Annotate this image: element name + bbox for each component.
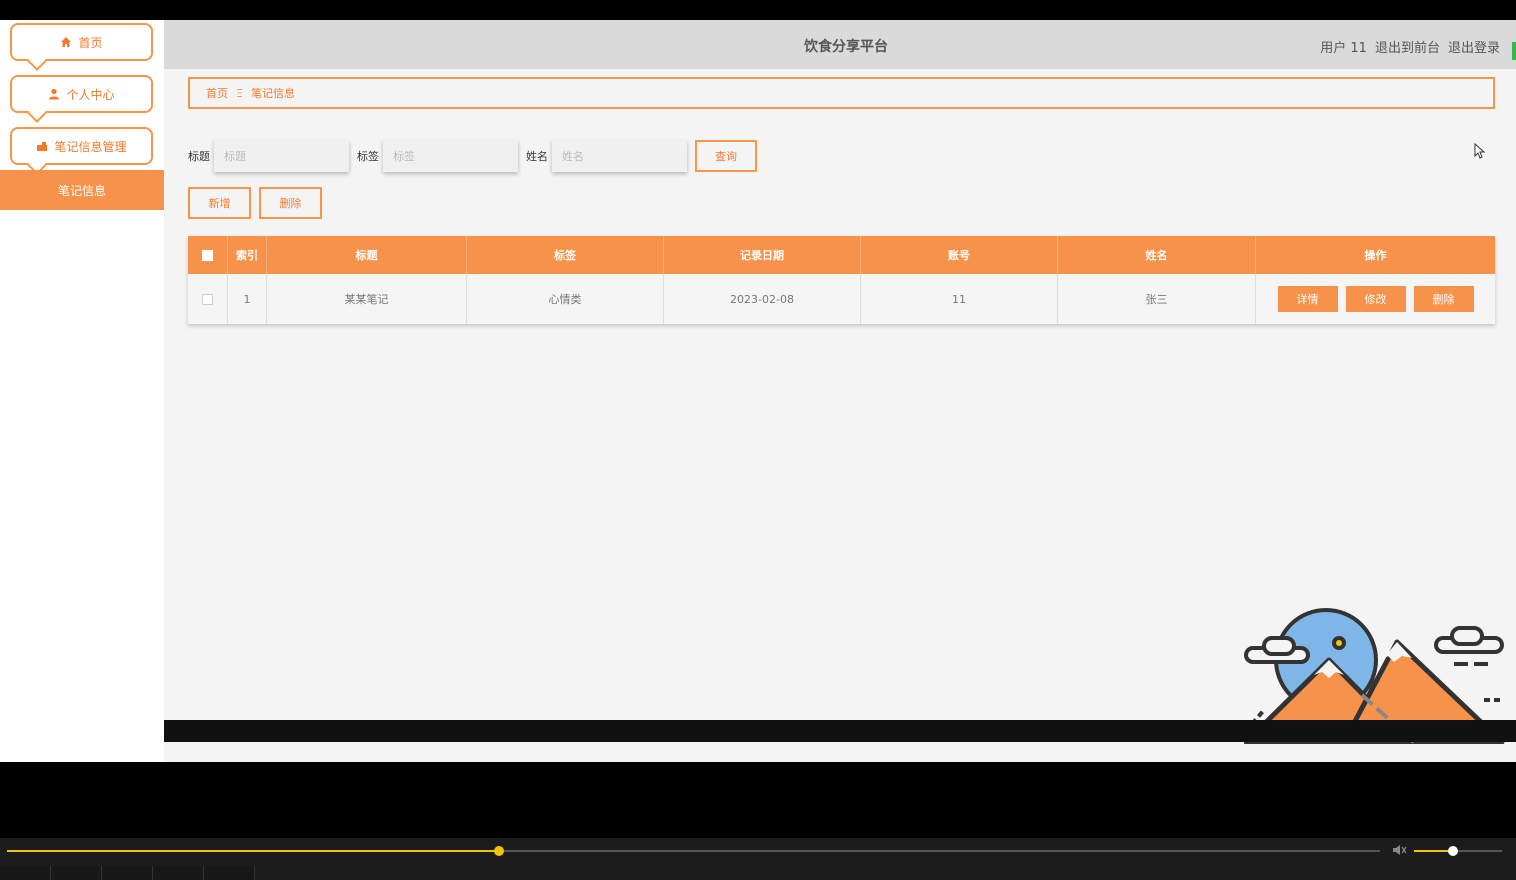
media-player-controls xyxy=(0,838,1516,880)
select-all-checkbox[interactable] xyxy=(202,249,213,261)
cell-tag: 心情类 xyxy=(467,274,664,324)
main-content: 饮食分享平台 用户 11 退出到前台 退出登录 首页 Ξ 笔记信息 标题 标签 … xyxy=(164,20,1516,762)
search-form: 标题 标签 姓名 查询 xyxy=(188,140,757,172)
sidebar: 首页 个人中心 笔记信息管理 笔记信息 xyxy=(0,20,164,762)
column-header-name: 姓名 xyxy=(1058,236,1256,274)
user-icon xyxy=(49,88,60,100)
breadcrumb-current: 笔记信息 xyxy=(250,87,295,100)
volume-fill xyxy=(1414,850,1453,852)
player-button[interactable] xyxy=(51,866,102,880)
volume-handle[interactable] xyxy=(1447,846,1458,856)
progress-fill xyxy=(7,850,499,852)
column-header-actions: 操作 xyxy=(1256,236,1495,274)
sidebar-item-personal-center[interactable]: 个人中心 xyxy=(10,75,153,113)
sidebar-item-home[interactable]: 首页 xyxy=(10,23,153,61)
add-button[interactable]: 新增 xyxy=(188,187,251,219)
player-button[interactable] xyxy=(102,866,153,880)
cell-account: 11 xyxy=(861,274,1058,324)
table-row: 1 某某笔记 心情类 2023-02-08 11 张三 详情 修改 删除 xyxy=(188,274,1495,324)
cell-date: 2023-02-08 xyxy=(664,274,861,324)
scroll-indicator xyxy=(1512,42,1516,60)
page-footer-bar xyxy=(164,720,1516,742)
select-all-cell xyxy=(188,236,228,274)
column-header-date: 记录日期 xyxy=(664,236,861,274)
home-icon xyxy=(61,37,72,47)
column-header-index: 索引 xyxy=(228,236,267,274)
sidebar-item-note-management[interactable]: 笔记信息管理 xyxy=(10,127,153,165)
batch-delete-button[interactable]: 删除 xyxy=(259,187,322,219)
sidebar-item-label: 首页 xyxy=(78,35,103,50)
volume-icon[interactable] xyxy=(1392,843,1408,857)
screen: 首页 个人中心 笔记信息管理 笔记信息 饮食分享平台 用户 11 退出到前台 退… xyxy=(0,0,1516,880)
cell-title: 某某笔记 xyxy=(267,274,467,324)
row-select-cell xyxy=(188,274,228,324)
volume-slider[interactable] xyxy=(1414,846,1502,856)
top-bar: 饮食分享平台 用户 11 退出到前台 退出登录 xyxy=(164,20,1516,69)
name-label: 姓名 xyxy=(526,150,548,163)
sidebar-item-label: 笔记信息管理 xyxy=(54,139,127,154)
user-menu: 用户 11 退出到前台 退出登录 xyxy=(1320,37,1500,56)
mouse-cursor-icon xyxy=(1474,143,1486,159)
table-header: 索引 标题 标签 记录日期 账号 姓名 操作 xyxy=(188,236,1495,274)
tag-search-input[interactable] xyxy=(383,140,518,172)
progress-handle[interactable] xyxy=(493,846,504,856)
title-label: 标题 xyxy=(188,150,210,163)
note-icon xyxy=(37,142,48,151)
action-bar: 新增 删除 xyxy=(188,187,322,219)
logout-link[interactable]: 退出登录 xyxy=(1448,37,1500,56)
sidebar-item-label: 个人中心 xyxy=(66,87,115,102)
query-button[interactable]: 查询 xyxy=(695,140,757,172)
sidebar-item-note-info[interactable]: 笔记信息 xyxy=(0,170,164,210)
column-header-title: 标题 xyxy=(267,236,467,274)
web-page: 首页 个人中心 笔记信息管理 笔记信息 饮食分享平台 用户 11 退出到前台 退… xyxy=(0,20,1516,762)
back-to-front-link[interactable]: 退出到前台 xyxy=(1375,37,1440,56)
cell-index: 1 xyxy=(228,274,267,324)
cell-name: 张三 xyxy=(1058,274,1256,324)
tag-label: 标签 xyxy=(357,150,379,163)
notes-table: 索引 标题 标签 记录日期 账号 姓名 操作 1 某某笔记 心情类 2023-0… xyxy=(188,236,1495,324)
edit-button[interactable]: 修改 xyxy=(1345,286,1406,312)
player-button-row xyxy=(0,866,1516,880)
breadcrumb: 首页 Ξ 笔记信息 xyxy=(188,77,1495,109)
name-search-input[interactable] xyxy=(552,140,687,172)
app-title: 饮食分享平台 xyxy=(804,39,888,55)
breadcrumb-separator: Ξ xyxy=(236,86,243,100)
cell-actions: 详情 修改 删除 xyxy=(1256,274,1495,324)
delete-button[interactable]: 删除 xyxy=(1413,286,1474,312)
row-checkbox[interactable] xyxy=(202,293,213,305)
progress-bar[interactable] xyxy=(7,846,1380,856)
column-header-tag: 标签 xyxy=(467,236,664,274)
breadcrumb-home[interactable]: 首页 xyxy=(206,85,228,101)
detail-button[interactable]: 详情 xyxy=(1277,286,1338,312)
username-label: 用户 11 xyxy=(1320,41,1367,56)
player-button[interactable] xyxy=(204,866,255,880)
title-search-input[interactable] xyxy=(214,140,349,172)
player-button[interactable] xyxy=(153,866,204,880)
column-header-account: 账号 xyxy=(861,236,1058,274)
player-button[interactable] xyxy=(0,866,51,880)
